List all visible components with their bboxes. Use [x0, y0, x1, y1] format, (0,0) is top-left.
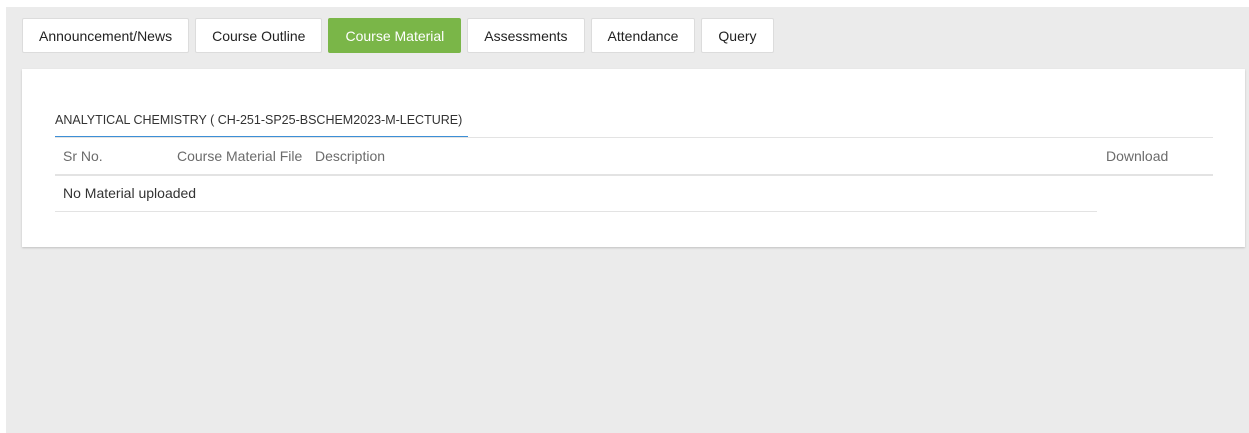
course-material-panel: ANALYTICAL CHEMISTRY ( CH-251-SP25-BSCHE… [22, 69, 1245, 247]
column-header-file: Course Material File [177, 148, 303, 164]
column-header-download: Download [1106, 148, 1169, 164]
tab-bar: Announcement/News Course Outline Course … [22, 18, 774, 53]
tab-course-material[interactable]: Course Material [328, 18, 462, 53]
tab-course-outline[interactable]: Course Outline [195, 18, 323, 53]
page-background: Announcement/News Course Outline Course … [6, 7, 1249, 433]
tab-query[interactable]: Query [701, 18, 774, 53]
tab-announcement-news[interactable]: Announcement/News [22, 18, 190, 53]
column-header-description: Description [315, 148, 386, 164]
course-title-tab[interactable]: ANALYTICAL CHEMISTRY ( CH-251-SP25-BSCHE… [55, 111, 469, 138]
table-header: Sr No. Course Material File Description … [55, 138, 1213, 176]
table-row: No Material uploaded [55, 176, 1097, 212]
tab-attendance[interactable]: Attendance [590, 18, 696, 53]
tab-assessments[interactable]: Assessments [467, 18, 585, 53]
column-header-sr-no: Sr No. [63, 148, 103, 164]
empty-message: No Material uploaded [63, 185, 197, 201]
